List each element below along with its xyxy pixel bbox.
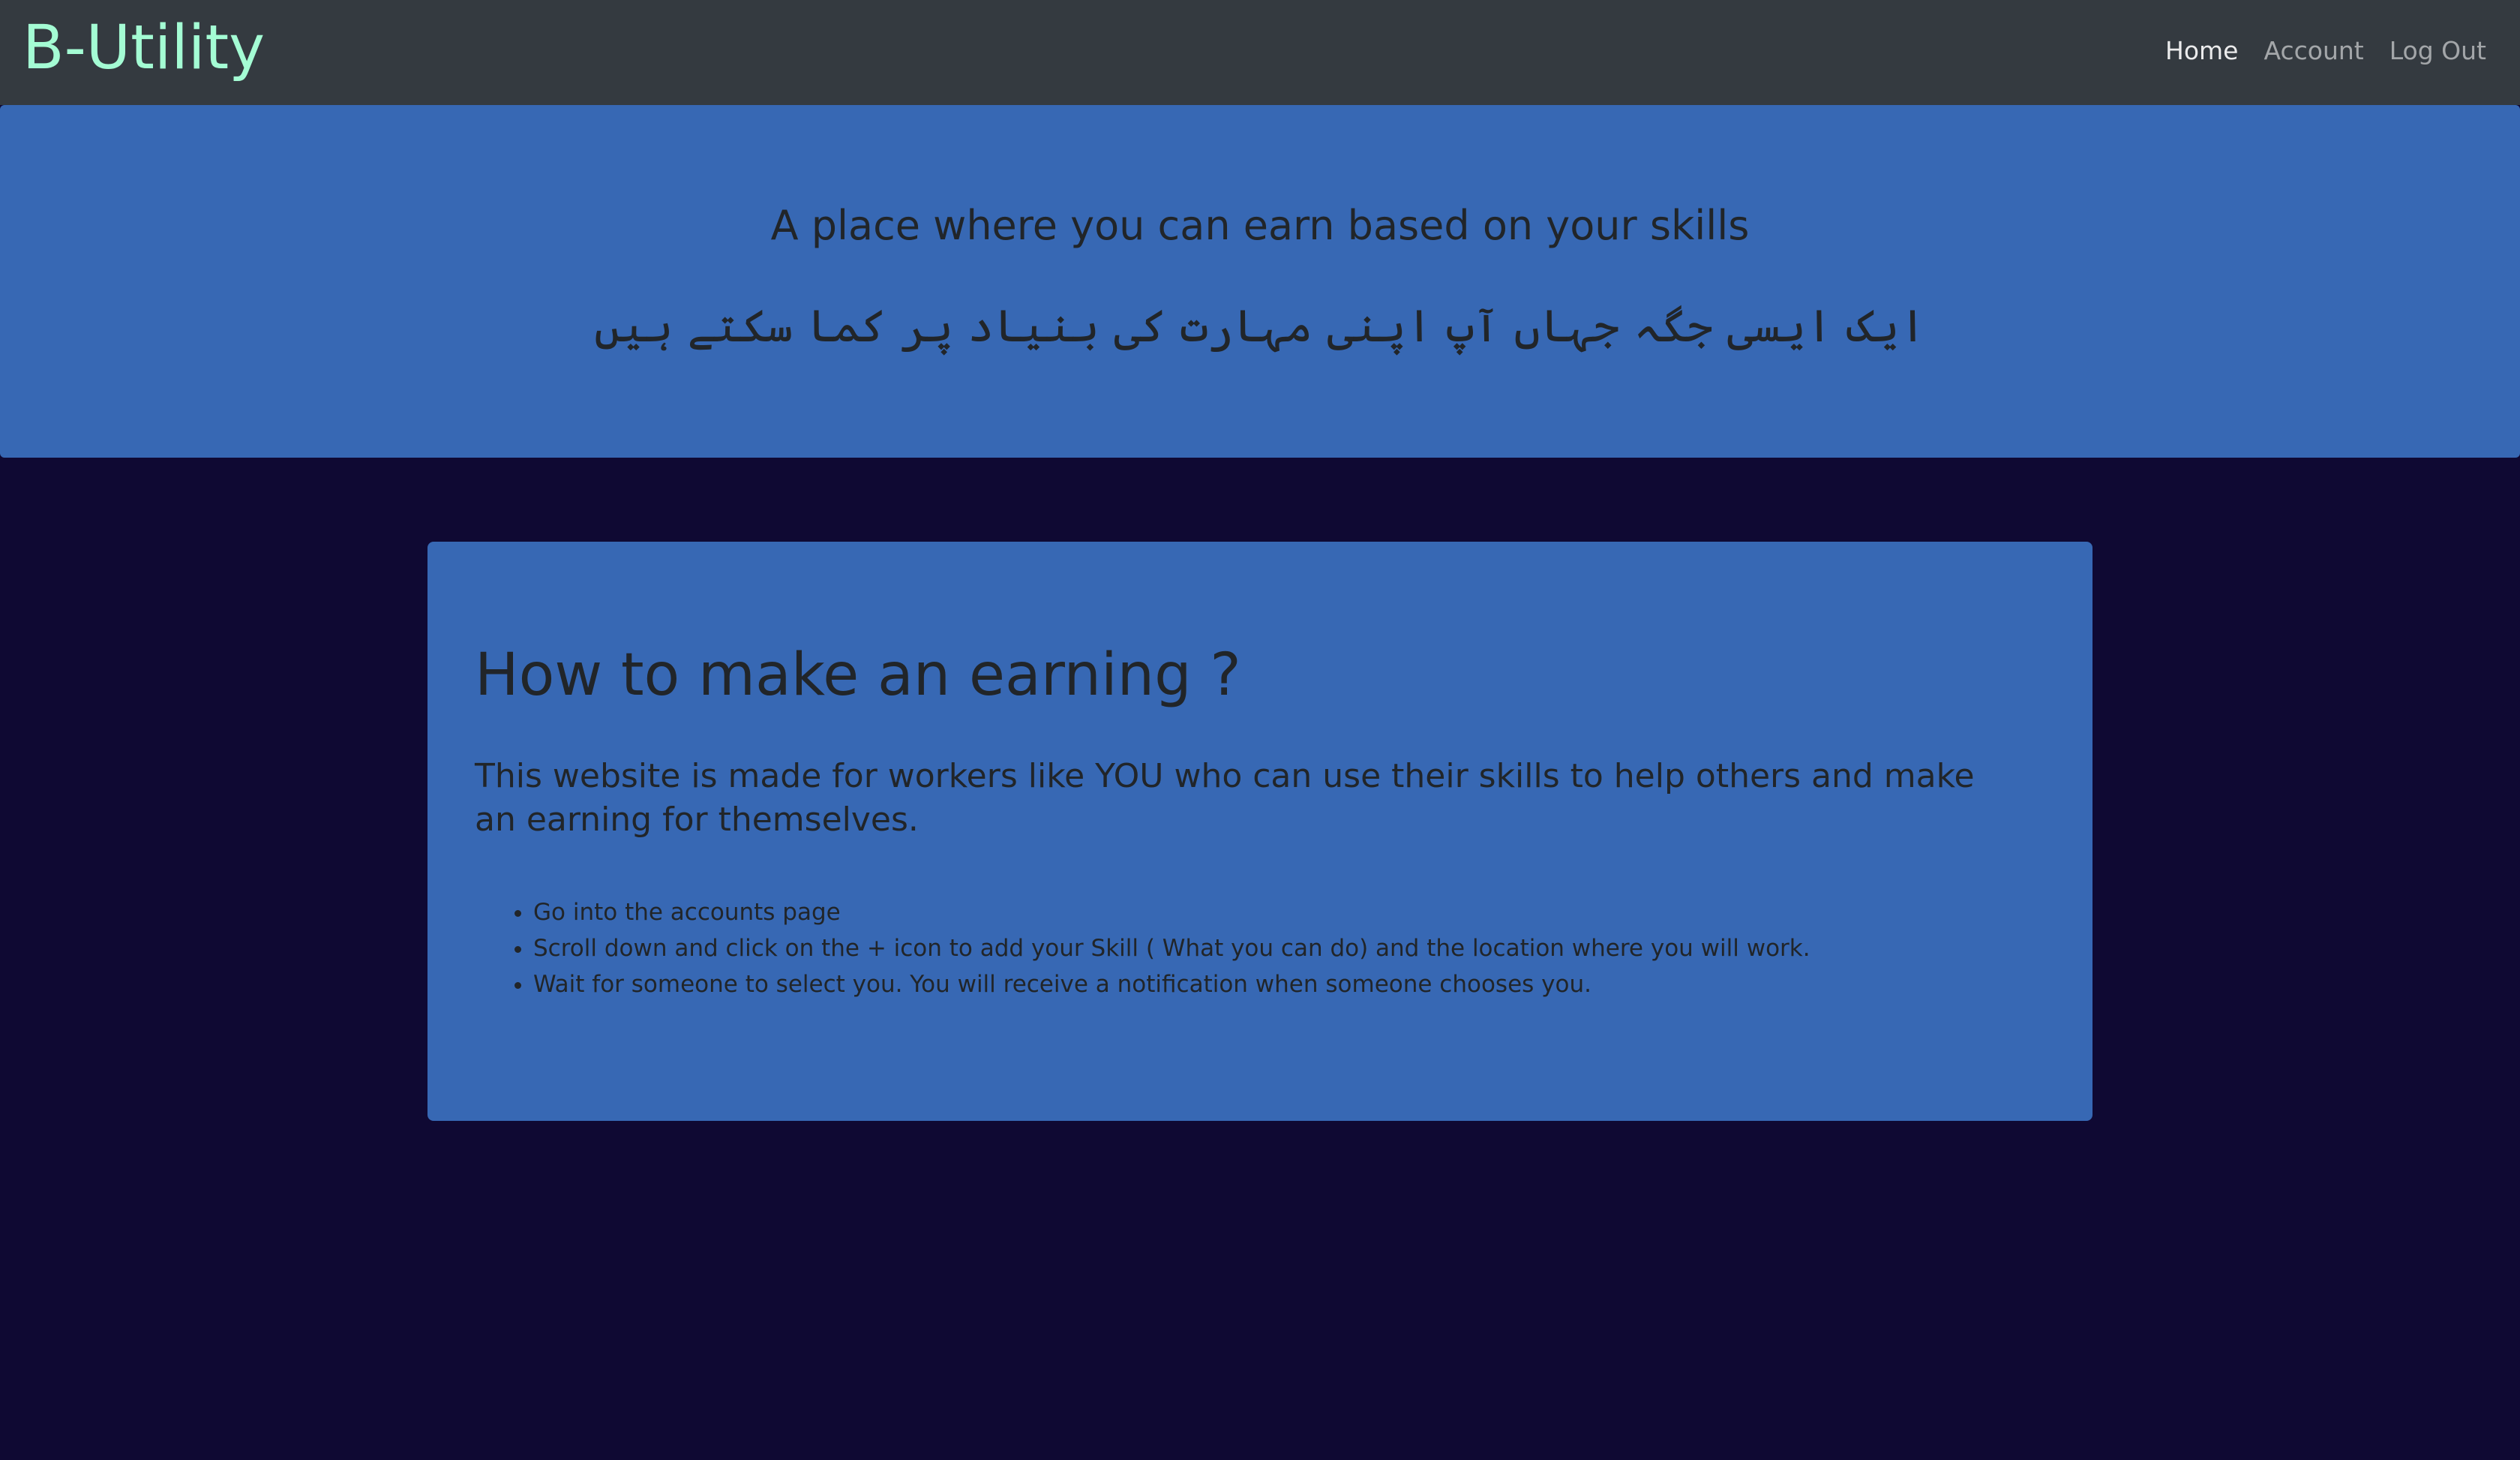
steps-list: Go into the accounts page Scroll down an… (475, 894, 1810, 1002)
nav-link-home[interactable]: Home (2165, 32, 2238, 71)
hero-urdu-title: ایک ایسی جگہ جہاں آپ اپنی مہارت کی بنیاد… (594, 300, 1926, 353)
hero-title: A place where you can earn based on your… (770, 202, 1750, 249)
nav-link-log-out[interactable]: Log Out (2390, 32, 2486, 71)
top-navbar: B-Utility Home Account Log Out (0, 0, 2520, 105)
nav-link-account[interactable]: Account (2264, 32, 2363, 71)
step-item: Go into the accounts page (533, 894, 1810, 930)
nav-links: Home Account Log Out (2165, 32, 2486, 71)
how-to-earn-card: How to make an earning ? This website is… (428, 542, 2092, 1121)
hero-banner: A place where you can earn based on your… (0, 105, 2520, 458)
step-item: Wait for someone to select you. You will… (533, 966, 1810, 1002)
card-lead-text: This website is made for workers like YO… (475, 757, 1975, 839)
step-item: Scroll down and click on the + icon to a… (533, 930, 1810, 966)
card-title: How to make an earning ? (475, 641, 1241, 709)
brand-logo-link[interactable]: B-Utility (22, 12, 265, 84)
